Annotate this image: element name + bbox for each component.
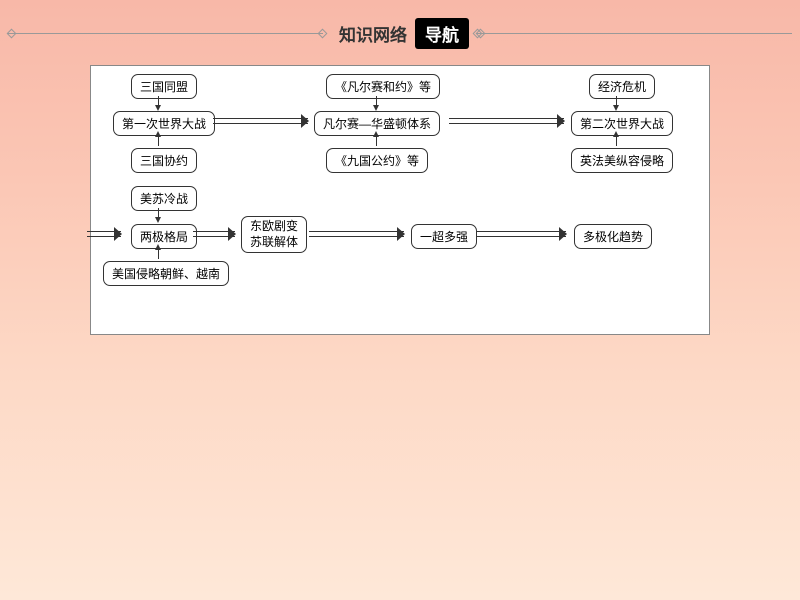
- arrow-down-4a: [158, 208, 159, 218]
- arrow-down-1c: [616, 96, 617, 106]
- arrow-up-3a: [158, 136, 159, 146]
- divider-left: [8, 33, 323, 34]
- node-bipolar: 两极格局: [131, 224, 197, 249]
- divider-right: [477, 33, 792, 34]
- flow-diagram: 三国同盟 《凡尔赛和约》等 经济危机 第一次世界大战 凡尔赛—华盛顿体系 第二次…: [90, 65, 710, 335]
- node-triple-entente: 三国协约: [131, 148, 197, 173]
- double-arrow-unipolar-multi: [476, 229, 566, 239]
- node-eastern-europe-ussr: 东欧剧变 苏联解体: [241, 216, 307, 253]
- node-ww2: 第二次世界大战: [571, 111, 673, 136]
- node-multipolar: 多极化趋势: [574, 224, 652, 249]
- node-triple-alliance: 三国同盟: [131, 74, 197, 99]
- double-arrow-ww1-vw: [213, 116, 308, 126]
- arrow-down-1b: [376, 96, 377, 106]
- node-versailles-treaty: 《凡尔赛和约》等: [326, 74, 440, 99]
- section-header: 知识网络 导航: [0, 0, 800, 59]
- arrow-down-1a: [158, 96, 159, 106]
- double-arrow-bipolar-change: [193, 229, 235, 239]
- title-dark: 导航: [415, 18, 469, 49]
- title-light: 知识网络: [331, 18, 415, 49]
- node-economic-crisis: 经济危机: [589, 74, 655, 99]
- double-arrow-change-unipolar: [309, 229, 404, 239]
- node-nine-power: 《九国公约》等: [326, 148, 428, 173]
- node-ww1: 第一次世界大战: [113, 111, 215, 136]
- arrow-up-3c: [616, 136, 617, 146]
- node-appeasement: 英法美纵容侵略: [571, 148, 673, 173]
- arrow-up-3b: [376, 136, 377, 146]
- node-one-super: 一超多强: [411, 224, 477, 249]
- node-us-korea-vietnam: 美国侵略朝鲜、越南: [103, 261, 229, 286]
- node-ussr-dissolve: 苏联解体: [250, 235, 298, 251]
- double-arrow-vw-ww2: [449, 116, 564, 126]
- node-eastern-europe: 东欧剧变: [250, 219, 298, 235]
- double-arrow-in: [87, 229, 121, 239]
- node-cold-war: 美苏冷战: [131, 186, 197, 211]
- arrow-up-6a: [158, 249, 159, 259]
- header-title: 知识网络 导航: [331, 18, 469, 49]
